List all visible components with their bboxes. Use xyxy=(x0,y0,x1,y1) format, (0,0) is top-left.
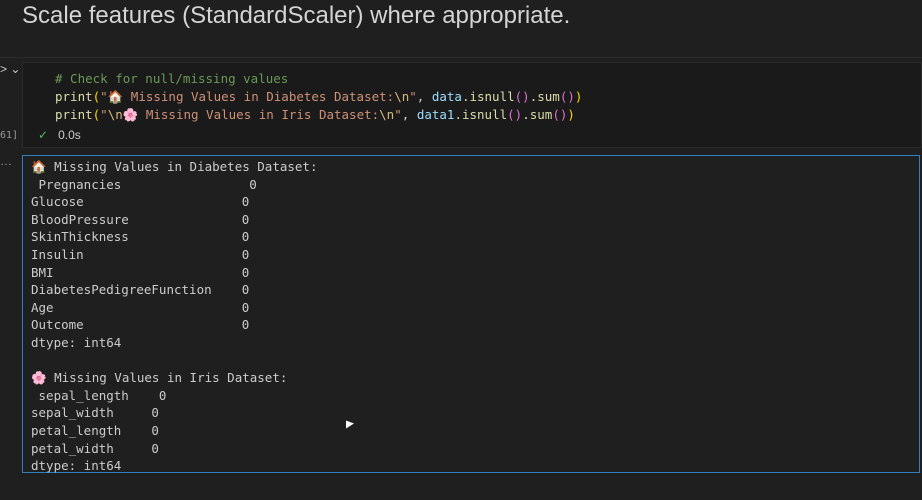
code-string: 🌸 Missing Values in Iris Dataset: xyxy=(122,107,380,122)
execution-time: 0.0s xyxy=(58,128,81,142)
check-icon: ✓ xyxy=(38,128,49,142)
code-escape: \n xyxy=(379,107,395,122)
run-cell-button[interactable]: > ⌄ xyxy=(0,62,20,76)
code-comment: # Check for null/missing values xyxy=(55,71,289,86)
code-string: "🏠 Missing Values in Diabetes Dataset: xyxy=(100,89,395,104)
divider xyxy=(0,57,922,58)
code-variable: data xyxy=(431,89,462,104)
cell-output: 🏠 Missing Values in Diabetes Dataset: Pr… xyxy=(22,155,920,473)
markdown-heading: Scale features (StandardScaler) where ap… xyxy=(22,2,571,29)
output-text: 🏠 Missing Values in Diabetes Dataset: Pr… xyxy=(31,159,318,474)
code-escape: \n xyxy=(107,107,123,122)
code-escape: \n xyxy=(394,89,410,104)
output-more-icon[interactable]: … xyxy=(0,154,12,168)
code-variable: data1 xyxy=(416,107,455,122)
code-token: print xyxy=(55,89,93,104)
execution-count: 61] xyxy=(0,130,19,141)
cell-status: ✓ 0.0s xyxy=(38,128,81,142)
code-content[interactable]: # Check for null/missing values print("🏠… xyxy=(55,70,582,124)
code-token: print xyxy=(55,107,93,122)
